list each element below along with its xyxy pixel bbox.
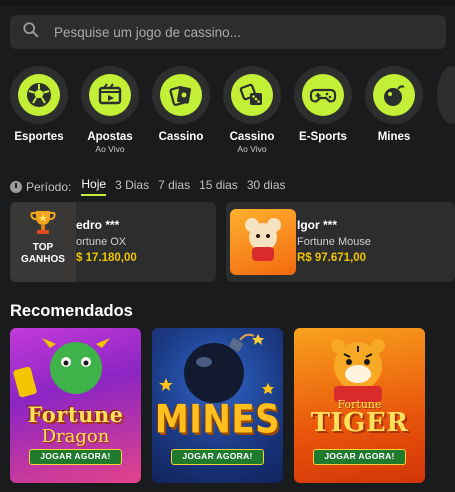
top-badge-line1: TOP xyxy=(32,242,54,253)
category-carousel: Esportes Apostas Ao Vivo Cassino Cassino… xyxy=(0,66,455,162)
category-label: Esportes xyxy=(14,131,64,143)
gamepad-icon xyxy=(309,88,337,103)
recommended-title: Recomendados xyxy=(10,302,133,320)
category-circle xyxy=(10,66,68,124)
dice-icon xyxy=(239,83,262,105)
search-bar[interactable] xyxy=(10,15,446,49)
category-e-sports[interactable]: E-Sports xyxy=(293,66,353,143)
category-label: E-Sports xyxy=(299,131,347,143)
winner-amount: R$ 97.671,00 xyxy=(297,252,367,264)
category-esportes[interactable]: Esportes xyxy=(9,66,69,143)
fortune-mouse-thumbnail xyxy=(230,209,296,275)
trophy-icon xyxy=(29,208,57,240)
clock-icon xyxy=(10,180,22,193)
tab-3-dias[interactable]: 3 Dias xyxy=(115,178,149,195)
play-now-button[interactable]: JOGAR AGORA! xyxy=(29,449,122,465)
category-apostas-ao-vivo[interactable]: Apostas Ao Vivo xyxy=(80,66,140,154)
game-card-fortune-tiger[interactable]: Fortune TIGER JOGAR AGORA! xyxy=(294,328,425,483)
winner-name: edro *** xyxy=(76,218,120,232)
winner-game: Fortune Mouse xyxy=(297,236,371,248)
winner-amount: $ 17.180,00 xyxy=(76,252,137,264)
bomb-icon xyxy=(384,85,405,106)
winner-card[interactable]: Igor *** Fortune Mouse R$ 97.671,00 xyxy=(226,202,455,282)
category-cassino-ao-vivo[interactable]: Cassino Ao Vivo xyxy=(222,66,282,154)
top-winners-badge: TOP GANHOS xyxy=(10,202,76,282)
category-sublabel: Ao Vivo xyxy=(237,144,267,154)
category-label: Cassino xyxy=(158,131,204,143)
winner-name: Igor *** xyxy=(297,218,338,232)
search-input[interactable] xyxy=(54,24,414,40)
cards-icon xyxy=(169,86,191,106)
game-title: TIGER xyxy=(310,408,409,438)
category-next-partial[interactable] xyxy=(437,66,455,124)
top-badge-line2: GANHOS xyxy=(21,254,65,265)
category-mines[interactable]: Mines xyxy=(364,66,424,143)
period-label: Período: xyxy=(26,179,72,194)
tab-15-dias[interactable]: 15 dias xyxy=(199,178,238,195)
category-sublabel: Ao Vivo xyxy=(95,144,125,154)
top-strip xyxy=(0,0,455,6)
game-title: MINES xyxy=(154,397,281,443)
tab-30-dias[interactable]: 30 dias xyxy=(247,178,286,195)
tab-7-dias[interactable]: 7 dias xyxy=(158,178,190,195)
category-label: Cassino xyxy=(229,131,275,143)
play-now-button[interactable]: JOGAR AGORA! xyxy=(313,449,406,465)
soccer-ball-icon xyxy=(27,83,51,107)
top-winners-carousel: TOP GANHOS edro *** ortune OX $ 17.180,0… xyxy=(10,202,455,282)
period-filter: Período: Hoje 3 Dias 7 dias 15 dias 30 d… xyxy=(10,177,295,196)
game-card-mines[interactable]: MINES JOGAR AGORA! xyxy=(152,328,283,483)
tab-hoje[interactable]: Hoje xyxy=(81,177,107,196)
category-cassino[interactable]: Cassino xyxy=(151,66,211,143)
search-icon xyxy=(22,21,40,44)
winner-game: ortune OX xyxy=(76,236,127,248)
live-bet-icon xyxy=(98,83,122,105)
category-label: Mines xyxy=(377,131,411,143)
game-subtitle: Dragon xyxy=(41,426,110,447)
game-card-fortune-dragon[interactable]: Fortune Dragon JOGAR AGORA! xyxy=(10,328,141,483)
game-title: Fortune xyxy=(27,402,124,427)
category-label: Apostas xyxy=(87,131,133,143)
play-now-button[interactable]: JOGAR AGORA! xyxy=(171,449,264,465)
